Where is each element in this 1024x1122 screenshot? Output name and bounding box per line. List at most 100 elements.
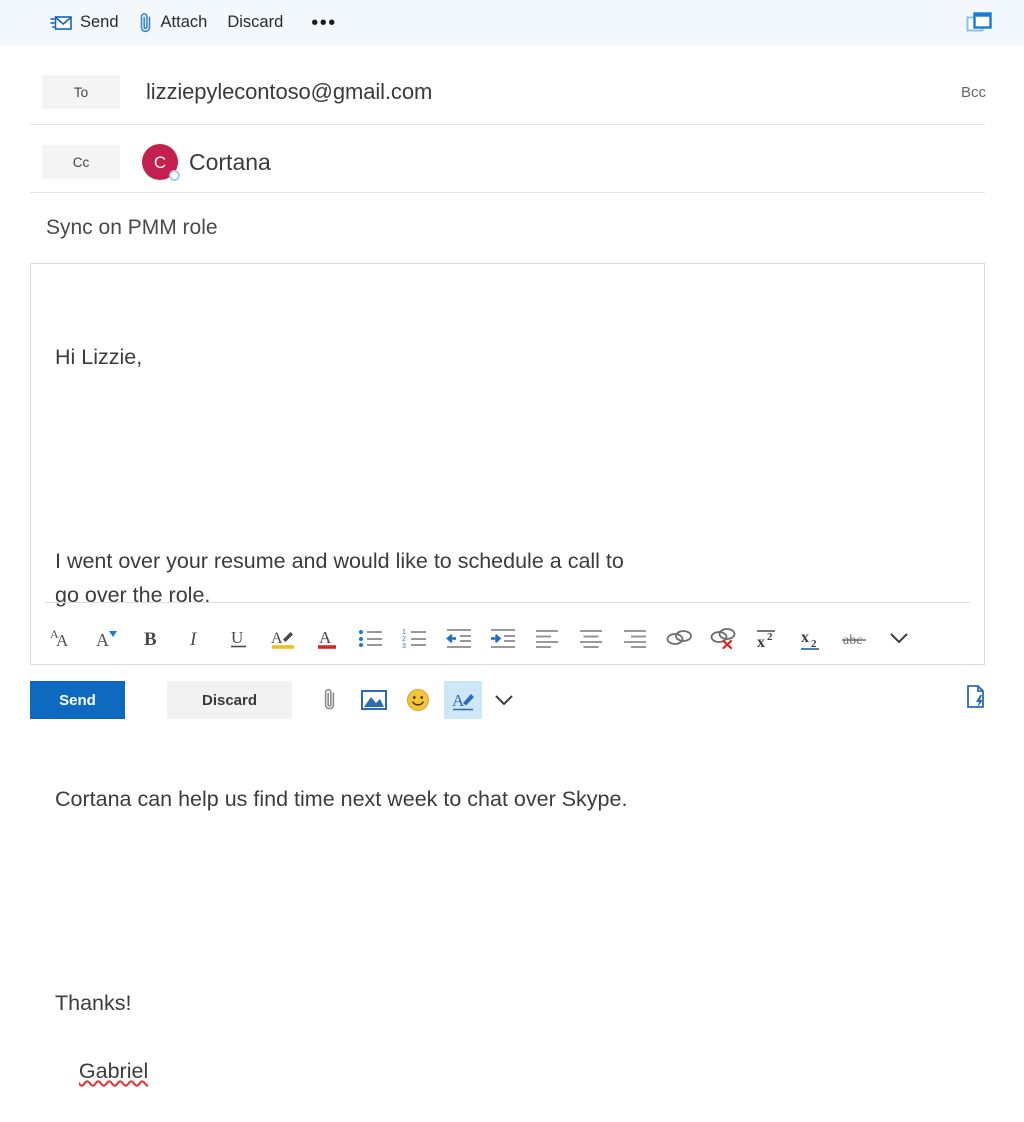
- command-attach-button[interactable]: Attach: [129, 8, 218, 38]
- command-send-button[interactable]: Send: [40, 10, 129, 36]
- formatting-options-button[interactable]: A: [444, 681, 482, 719]
- svg-text:2: 2: [402, 636, 406, 643]
- formatting-toolbar: A A A B: [41, 614, 921, 662]
- decrease-indent-icon: [445, 627, 473, 649]
- body-greeting: Hi Lizzie,: [55, 340, 964, 374]
- cc-row-divider: [30, 192, 985, 193]
- command-bar: Send Attach Discard •••: [0, 0, 1024, 45]
- insert-link-icon: [665, 627, 693, 649]
- bulleted-list-icon: [358, 627, 384, 649]
- command-send-label: Send: [80, 14, 119, 31]
- more-options-chevron-icon: [493, 691, 515, 709]
- insert-picture-icon: [361, 689, 387, 711]
- underline-button[interactable]: U: [217, 618, 261, 658]
- insert-picture-button[interactable]: [352, 681, 396, 719]
- superscript-button[interactable]: x 2: [745, 618, 789, 658]
- highlight-button[interactable]: A: [261, 618, 305, 658]
- pop-out-window-button[interactable]: [964, 9, 994, 37]
- compose-body-container: Hi Lizzie, I went over your resume and w…: [30, 263, 985, 665]
- attach-paperclip-icon: [323, 687, 337, 713]
- numbered-list-icon: 1 2 3: [402, 627, 428, 649]
- align-center-icon: [578, 627, 604, 649]
- font-size-icon: A A: [49, 626, 77, 650]
- italic-icon: I: [184, 626, 206, 650]
- bold-icon: B: [140, 626, 162, 650]
- subject-input[interactable]: Sync on PMM role: [46, 216, 218, 240]
- body-spacer-1: [55, 442, 964, 476]
- svg-text:2: 2: [767, 631, 773, 643]
- to-row-divider: [30, 124, 985, 125]
- remove-link-icon: [709, 626, 737, 650]
- font-grow-icon: A: [94, 626, 120, 650]
- svg-text:I: I: [189, 629, 198, 650]
- svg-text:A: A: [96, 630, 109, 650]
- cc-recipient-cortana[interactable]: C Cortana: [142, 144, 271, 180]
- svg-text:A: A: [452, 691, 465, 710]
- svg-text:3: 3: [402, 643, 406, 649]
- increase-indent-icon: [489, 627, 517, 649]
- save-draft-button[interactable]: [960, 681, 992, 713]
- svg-text:A: A: [271, 630, 283, 647]
- formatting-options-icon: A: [450, 688, 476, 712]
- font-size-button[interactable]: A A: [41, 618, 85, 658]
- font-grow-button[interactable]: A: [85, 618, 129, 658]
- cc-chip-label[interactable]: Cc: [42, 145, 120, 179]
- cc-recipient-name: Cortana: [189, 149, 271, 176]
- insert-link-button[interactable]: [657, 618, 701, 658]
- svg-text:x: x: [757, 634, 765, 650]
- more-formatting-button[interactable]: [877, 618, 921, 658]
- align-right-button[interactable]: [613, 618, 657, 658]
- svg-text:x: x: [801, 629, 809, 646]
- body-paragraph-2: Cortana can help us find time next week …: [55, 782, 964, 816]
- attach-button[interactable]: [308, 681, 352, 719]
- to-field-row[interactable]: To lizziepylecontoso@gmail.com Bcc: [0, 72, 1024, 112]
- highlight-icon: A: [270, 626, 296, 650]
- body-signature: Gabriel: [79, 1054, 148, 1088]
- svg-text:B: B: [144, 629, 157, 650]
- bulleted-list-button[interactable]: [349, 618, 393, 658]
- italic-button[interactable]: I: [173, 618, 217, 658]
- align-left-button[interactable]: [525, 618, 569, 658]
- bold-button[interactable]: B: [129, 618, 173, 658]
- emoji-button[interactable]: [396, 681, 440, 719]
- presence-badge-icon: [169, 170, 180, 181]
- font-color-icon: A: [315, 626, 339, 650]
- increase-indent-button[interactable]: [481, 618, 525, 658]
- remove-link-button[interactable]: [701, 618, 745, 658]
- avatar: C: [142, 144, 178, 180]
- cc-field-row[interactable]: Cc C Cortana: [0, 142, 1024, 182]
- svg-text:A: A: [319, 628, 332, 647]
- strikethrough-button[interactable]: abc: [833, 618, 877, 658]
- command-bar-group: Send Attach Discard •••: [40, 8, 349, 38]
- toolbar-divider: [45, 602, 970, 603]
- superscript-icon: x 2: [754, 626, 780, 650]
- font-color-button[interactable]: A: [305, 618, 349, 658]
- decrease-indent-button[interactable]: [437, 618, 481, 658]
- command-discard-label: Discard: [227, 14, 283, 31]
- more-formatting-chevron-icon: [888, 629, 910, 647]
- send-button[interactable]: Send: [30, 681, 125, 719]
- to-chip-label[interactable]: To: [42, 75, 120, 109]
- strikethrough-icon: abc: [841, 626, 869, 650]
- body-closing: Thanks!: [55, 986, 964, 1020]
- body-spacer-3: [55, 884, 964, 918]
- to-recipient-value[interactable]: lizziepylecontoso@gmail.com: [146, 79, 432, 105]
- command-more-button[interactable]: •••: [299, 11, 349, 35]
- save-draft-icon: [963, 683, 989, 711]
- more-options-button[interactable]: [482, 681, 526, 719]
- numbered-list-button[interactable]: 1 2 3: [393, 618, 437, 658]
- bcc-toggle-link[interactable]: Bcc: [961, 84, 986, 101]
- svg-text:A: A: [56, 631, 69, 650]
- pop-out-window-icon: [964, 9, 994, 37]
- paperclip-icon: [139, 12, 153, 34]
- command-discard-button[interactable]: Discard: [217, 10, 293, 35]
- underline-icon: U: [227, 626, 251, 650]
- subscript-button[interactable]: x 2: [789, 618, 833, 658]
- bottom-action-bar: Send Discard A: [0, 679, 1024, 721]
- emoji-icon: [406, 688, 430, 712]
- command-attach-label: Attach: [161, 14, 208, 31]
- svg-text:1: 1: [402, 629, 406, 636]
- align-center-button[interactable]: [569, 618, 613, 658]
- send-mail-icon: [50, 14, 72, 32]
- discard-button[interactable]: Discard: [167, 681, 292, 719]
